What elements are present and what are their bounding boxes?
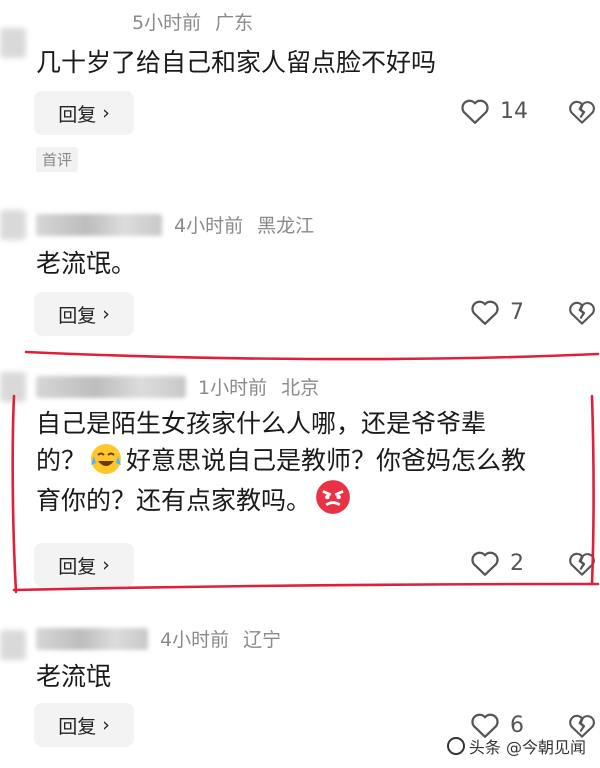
comment-location: 辽宁 xyxy=(243,629,282,651)
username[interactable] xyxy=(36,627,148,650)
watermark-text: 头条 @今朝见闻 xyxy=(468,738,586,757)
watermark-logo-icon xyxy=(446,737,465,755)
comment-time: 4小时前 xyxy=(160,629,230,651)
reply-button[interactable]: 回复 › xyxy=(34,703,134,747)
watermark: 头条 @今朝见闻 xyxy=(446,734,586,758)
reply-label: 回复 xyxy=(58,715,97,738)
comment-text: 老流氓 xyxy=(36,662,112,691)
comment-meta: 4小时前 辽宁 xyxy=(36,625,281,652)
avatar[interactable] xyxy=(0,630,26,660)
comment-4: 4小时前 辽宁 老流氓 回复 › 6 xyxy=(0,0,600,768)
chevron-right-icon: › xyxy=(102,714,110,736)
